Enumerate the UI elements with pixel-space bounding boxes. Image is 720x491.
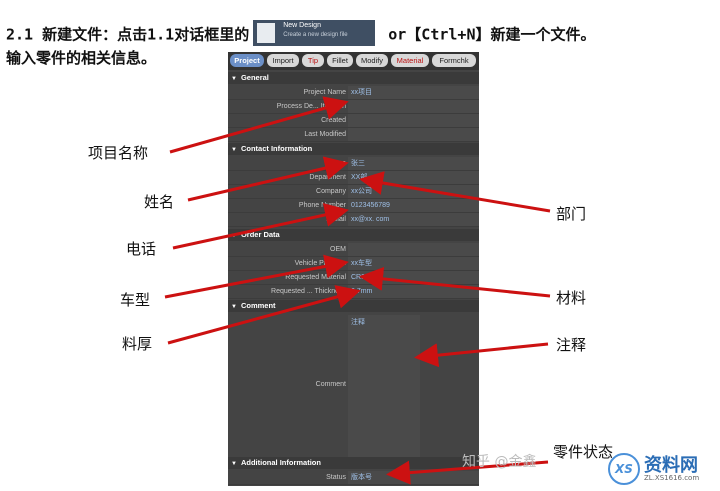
label-phone: 电话 [126,240,157,258]
label-material: 材料 [556,289,587,307]
label-comment: 注释 [556,336,587,354]
arrow-material [359,266,551,298]
logo-mark-icon: XS [608,453,640,485]
arrow-thickness [167,285,361,345]
label-thickness: 料厚 [122,335,153,353]
annotation-arrows [164,96,551,485]
label-project-name: 项目名称 [88,144,149,162]
label-status: 零件状态 [553,443,614,461]
site-logo: XS 资料网 ZL.XS1616.com [608,449,712,487]
label-vehicle: 车型 [120,291,151,309]
arrow-comment [414,342,549,368]
arrow-name [187,156,349,202]
arrow-department [359,171,551,213]
arrow-vehicle [164,254,349,299]
arrow-phone [172,203,349,250]
watermark: 知乎 @金鑫 [462,454,537,470]
label-name: 姓名 [144,193,175,211]
label-department: 部门 [556,205,587,223]
arrow-project-name [169,96,349,154]
logo-url: ZL.XS1616.com [644,474,700,482]
